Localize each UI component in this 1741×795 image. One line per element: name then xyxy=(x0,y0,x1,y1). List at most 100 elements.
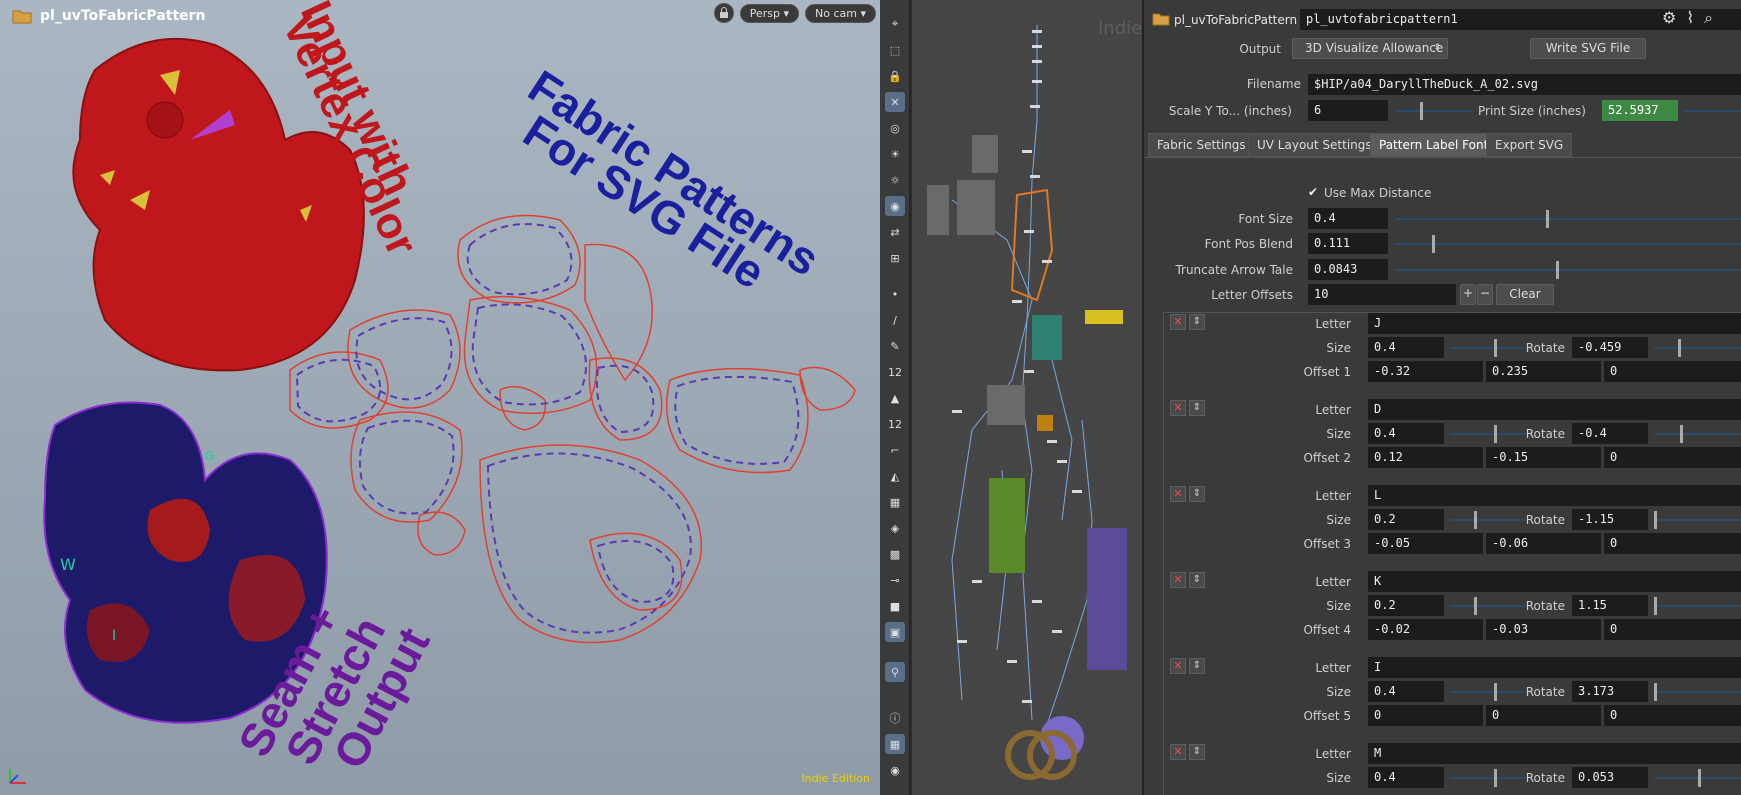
rotate-slider[interactable] xyxy=(1654,683,1741,701)
offset-x-field[interactable]: 0 xyxy=(1368,705,1483,726)
netbox-orange[interactable] xyxy=(1010,188,1054,302)
info-icon[interactable]: ⓘ xyxy=(885,708,905,728)
offset-z-field[interactable]: 0 xyxy=(1604,447,1741,468)
grid-icon[interactable]: ▩ xyxy=(885,544,905,564)
truncate-slider[interactable] xyxy=(1396,261,1741,279)
transform-tool-icon[interactable]: ⬚ xyxy=(885,40,905,60)
rotate-field[interactable]: -0.459 xyxy=(1572,337,1648,358)
letter-field[interactable]: D xyxy=(1368,399,1741,420)
uv-icon[interactable]: ◈ xyxy=(885,518,905,538)
scene-viewport[interactable]: W G I Input with Vertex Color Fabric Pat… xyxy=(0,0,880,795)
size-field[interactable]: 0.4 xyxy=(1368,681,1444,702)
brush-icon[interactable]: ∕ xyxy=(885,310,905,330)
netbox-2[interactable] xyxy=(927,185,949,235)
checker-icon[interactable]: ▦ xyxy=(885,492,905,512)
lock-tool-icon[interactable]: 🔒 xyxy=(885,66,905,86)
letter-field[interactable]: J xyxy=(1368,313,1741,334)
use-max-checkbox[interactable]: ✔ xyxy=(1308,185,1322,199)
size-slider[interactable] xyxy=(1450,425,1526,443)
offset-y-field[interactable]: -0.03 xyxy=(1486,619,1601,640)
gear-icon[interactable]: ⚙ xyxy=(1662,8,1676,28)
persp-menu-button[interactable]: Persp ▾ xyxy=(739,3,799,23)
eye-icon[interactable]: ◉ xyxy=(885,760,905,780)
paint-icon[interactable]: ▲ xyxy=(885,388,905,408)
light-icon[interactable]: ☀ xyxy=(885,144,905,164)
offset-z-field[interactable]: 0 xyxy=(1604,619,1741,640)
scale-field[interactable]: 6 xyxy=(1308,100,1388,121)
output-menu[interactable]: 3D Visualize Allowance ⇕ xyxy=(1292,38,1448,59)
pivot-icon[interactable]: ⊸ xyxy=(885,570,905,590)
size-field[interactable]: 0.4 xyxy=(1368,767,1444,788)
scale-slider[interactable] xyxy=(1396,102,1472,120)
offset-z-field[interactable]: 0 xyxy=(1604,533,1741,554)
letter-field[interactable]: M xyxy=(1368,743,1741,764)
size-slider[interactable] xyxy=(1450,511,1526,529)
background-image-icon[interactable]: ▣ xyxy=(885,622,905,642)
letter-field[interactable]: L xyxy=(1368,485,1741,506)
size-field[interactable]: 0.2 xyxy=(1368,509,1444,530)
offset-y-field[interactable]: -0.06 xyxy=(1486,533,1601,554)
stop-icon[interactable]: ■ xyxy=(885,596,905,616)
brush-pick-icon[interactable]: ⌇ xyxy=(1686,8,1694,28)
offset-y-field[interactable]: 0 xyxy=(1486,705,1601,726)
camera-lock-button[interactable] xyxy=(713,3,734,23)
netbox-1[interactable] xyxy=(972,135,998,173)
rotate-field[interactable]: 1.15 xyxy=(1572,595,1648,616)
netbox-3[interactable] xyxy=(957,180,995,235)
size-field[interactable]: 0.4 xyxy=(1368,337,1444,358)
offset-y-field[interactable]: 0.235 xyxy=(1486,361,1601,382)
point-icon[interactable]: • xyxy=(885,284,905,304)
letter-field[interactable]: I xyxy=(1368,657,1741,678)
truncate-field[interactable]: 0.0843 xyxy=(1308,259,1388,280)
offset-z-field[interactable]: 0 xyxy=(1604,705,1741,726)
render-tool-icon[interactable]: ⊞ xyxy=(885,248,905,268)
snap-tool-icon[interactable]: ⇄ xyxy=(885,222,905,242)
offset-z-field[interactable]: 0 xyxy=(1604,361,1741,382)
offset-y-field[interactable]: -0.15 xyxy=(1486,447,1601,468)
netbox-teal[interactable] xyxy=(1032,315,1062,360)
size-field[interactable]: 0.2 xyxy=(1368,595,1444,616)
measure-icon[interactable]: ⌐ xyxy=(885,440,905,460)
size-slider[interactable] xyxy=(1450,769,1526,787)
netbox-4[interactable] xyxy=(987,385,1025,425)
rotate-slider[interactable] xyxy=(1654,769,1741,787)
rotate-slider[interactable] xyxy=(1654,597,1741,615)
rotate-slider[interactable] xyxy=(1654,511,1741,529)
size-slider[interactable] xyxy=(1450,597,1526,615)
pencil-icon[interactable]: ✎ xyxy=(885,336,905,356)
offset-x-field[interactable]: 0.12 xyxy=(1368,447,1483,468)
font-pos-field[interactable]: 0.111 xyxy=(1308,233,1388,254)
tab-pattern-label-font[interactable]: Pattern Label Font xyxy=(1370,133,1498,157)
tab-uv-layout-settings[interactable]: UV Layout Settings xyxy=(1248,133,1381,157)
netbox-purple[interactable] xyxy=(1087,528,1127,670)
tab-fabric-settings[interactable]: Fabric Settings xyxy=(1148,133,1255,157)
select-tool-icon[interactable]: ⌖ xyxy=(885,14,905,34)
close-view-icon[interactable]: ✕ xyxy=(885,92,905,112)
size-slider[interactable] xyxy=(1450,683,1526,701)
offset-x-field[interactable]: -0.32 xyxy=(1368,361,1483,382)
write-svg-button[interactable]: Write SVG File xyxy=(1530,38,1646,59)
light-2-icon[interactable]: ☼ xyxy=(885,170,905,190)
network-editor[interactable]: Indie xyxy=(912,0,1142,795)
tab-export-svg[interactable]: Export SVG xyxy=(1486,133,1573,157)
remove-offset-button[interactable]: − xyxy=(1477,284,1493,305)
filename-field[interactable]: $HIP/a04_DaryllTheDuck_A_02.svg xyxy=(1308,74,1741,95)
rotate-field[interactable]: -1.15 xyxy=(1572,509,1648,530)
camera-view-icon[interactable]: ◉ xyxy=(885,196,905,216)
rotate-slider[interactable] xyxy=(1654,425,1741,443)
netbox-orange-small[interactable] xyxy=(1037,415,1053,431)
number-12-icon[interactable]: 12 xyxy=(885,362,905,382)
search-icon[interactable]: ⌕ xyxy=(1704,8,1713,28)
letter-field[interactable]: K xyxy=(1368,571,1741,592)
letter-offsets-field[interactable]: 10 xyxy=(1308,284,1456,305)
netbox-yellow[interactable] xyxy=(1085,310,1123,324)
camera-menu-button[interactable]: No cam ▾ xyxy=(805,3,876,23)
pin-icon[interactable]: ⚲ xyxy=(885,662,905,682)
netbox-green[interactable] xyxy=(989,478,1025,573)
offset-x-field[interactable]: -0.02 xyxy=(1368,619,1483,640)
font-size-field[interactable]: 0.4 xyxy=(1308,208,1388,229)
number-12b-icon[interactable]: 12 xyxy=(885,414,905,434)
texture-icon[interactable]: ◭ xyxy=(885,466,905,486)
font-size-slider[interactable] xyxy=(1396,210,1741,228)
font-pos-slider[interactable] xyxy=(1396,235,1741,253)
